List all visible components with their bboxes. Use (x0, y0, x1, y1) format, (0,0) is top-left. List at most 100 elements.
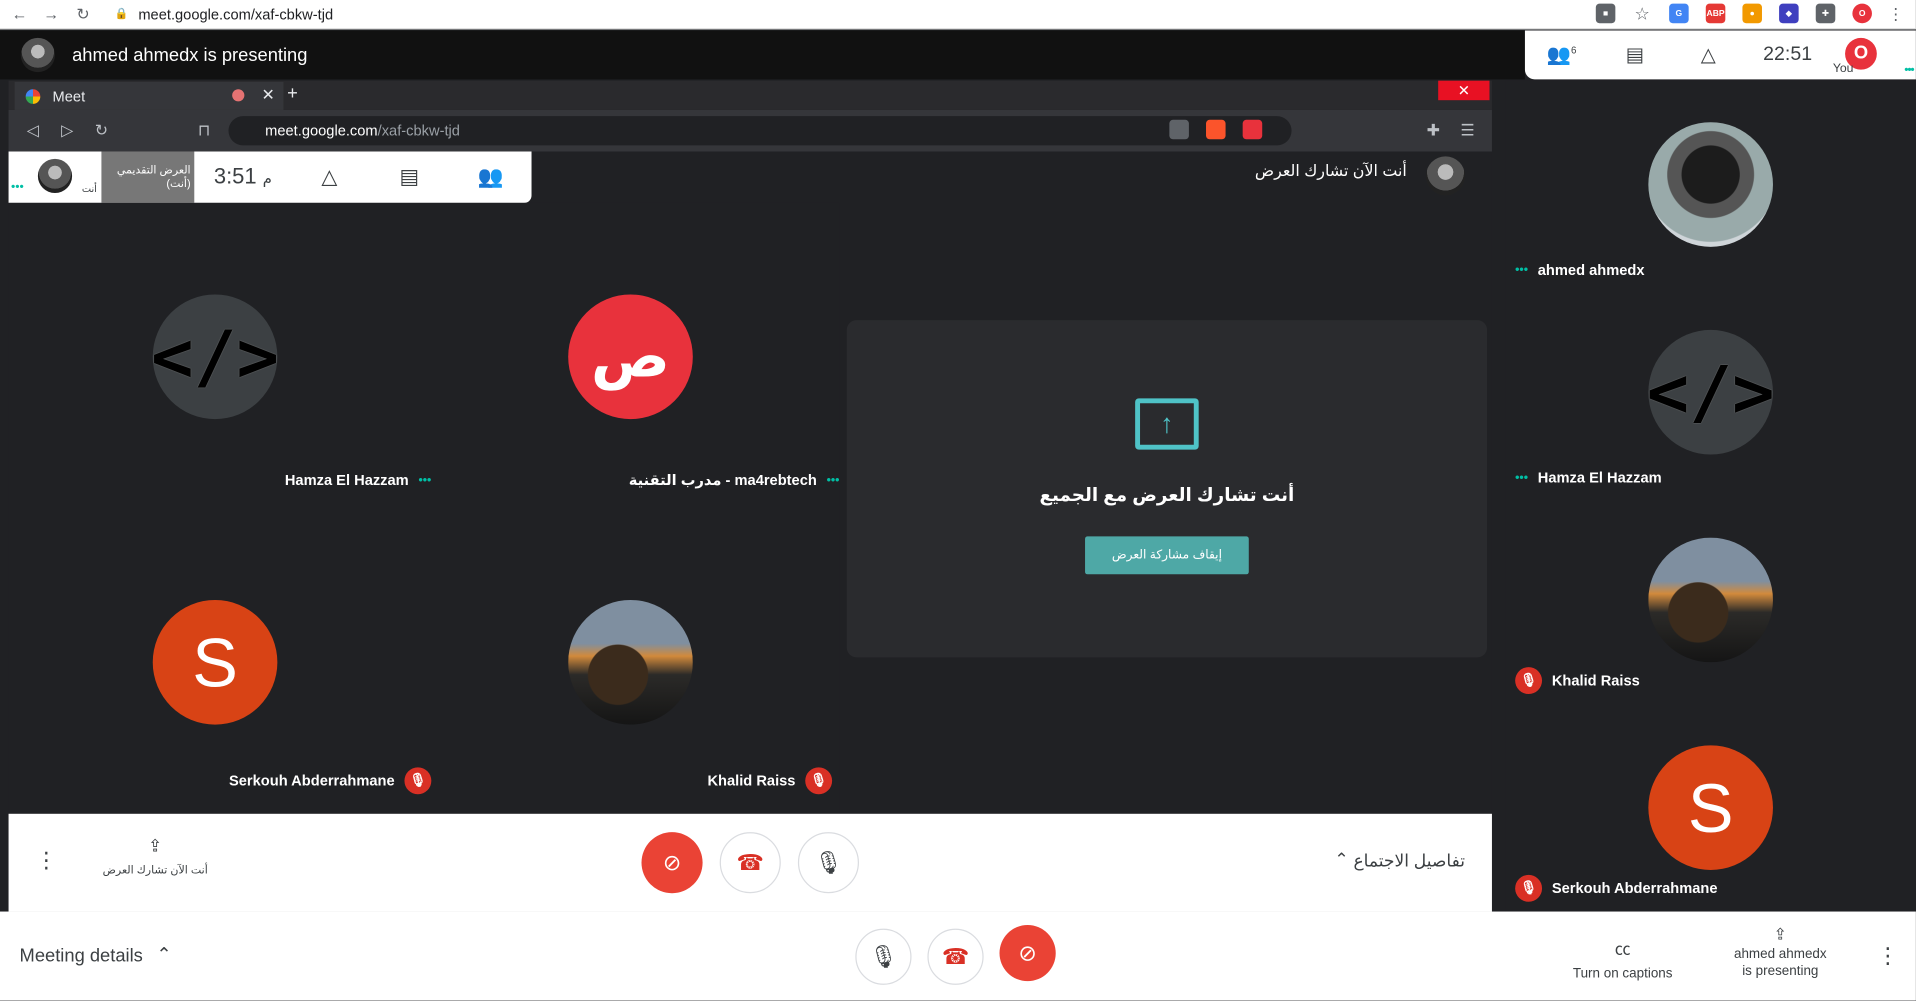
chevron-up-icon[interactable]: ⌃ (156, 943, 171, 966)
sharing-message: أنت تشارك العرض مع الجميع (1039, 485, 1295, 506)
mic-off-icon: 🎙 (1515, 874, 1543, 902)
tile-khalid[interactable]: Khalid Raiss 🎙 (424, 508, 839, 813)
participant-hamza[interactable]: </> ••• Hamza El Hazzam (1505, 288, 1916, 496)
inner-url-domain: meet.google.com (265, 122, 378, 140)
camera-off-button[interactable]: ⊘ (999, 924, 1056, 982)
inner-activities-icon[interactable]: △ (321, 165, 337, 189)
code-symbol: </> (151, 315, 280, 399)
bookmark-icon[interactable]: ⊓ (187, 121, 221, 141)
ma4rebtech-logo: ص (568, 294, 693, 420)
translate-icon[interactable]: G (1669, 3, 1689, 24)
tile-serkouh[interactable]: S Serkouh Abderrahmane 🎙 (9, 508, 432, 813)
speaking-dots-icon: ••• (1515, 263, 1529, 277)
mic-off-icon: 🎙 (805, 767, 833, 795)
inner-forward-icon[interactable]: ▷ (50, 121, 84, 141)
tile-ma4rebtech[interactable]: ص مدرب التقنية - ma4rebtech ••• (424, 203, 839, 508)
ext-icon[interactable]: ◆ (1779, 3, 1799, 24)
close-tab-icon[interactable]: ✕ (261, 86, 274, 106)
inner-camera-off-button[interactable]: ⊘ (641, 832, 703, 894)
meeting-details-button[interactable]: Meeting details (20, 946, 143, 967)
brave-shield-icon[interactable] (1206, 119, 1226, 140)
inner-url-field[interactable]: meet.google.com/xaf-cbkw-tjd (228, 116, 1292, 146)
inner-menu-icon[interactable]: ☰ (1450, 121, 1484, 141)
inner-clock-suffix: م (262, 169, 272, 187)
activities-icon[interactable]: △ (1672, 43, 1745, 67)
inner-back-icon[interactable]: ◁ (16, 121, 50, 141)
inner-address-row: ◁ ▷ ↻ ⊓ meet.google.com/xaf-cbkw-tjd ✚ ☰ (8, 109, 1492, 152)
participant-count: 6 (1571, 44, 1577, 56)
inner-meeting-details[interactable]: تفاصيل الاجتماع (1353, 850, 1465, 871)
speaking-dots-icon: ••• (826, 473, 840, 487)
code-avatar: </> (1647, 329, 1775, 455)
clock: 22:51 (1763, 43, 1813, 65)
star-icon[interactable]: ☆ (1632, 3, 1652, 24)
inner-presenting-button[interactable]: ⇪ أنت الآن تشارك العرض (99, 836, 211, 878)
forward-icon[interactable]: → (39, 5, 63, 23)
tile-name-row: Hamza El Hazzam ••• (285, 472, 431, 489)
camera-off-icon[interactable]: ■ (1595, 3, 1616, 24)
adblock-icon[interactable]: ABP (1705, 3, 1726, 24)
reload-icon[interactable]: ↻ (71, 4, 95, 24)
presenting-line2: is presenting (1742, 964, 1819, 979)
hangup-button[interactable]: ☎ (927, 928, 984, 985)
inner-tab-meet[interactable]: Meet ✕ (14, 81, 284, 110)
browser-menu-icon[interactable]: ⋮ (1888, 5, 1904, 25)
chat-icon[interactable]: ▤ (1598, 43, 1671, 67)
participant-label: ••• Hamza El Hazzam (1515, 469, 1661, 486)
inner-more-icon[interactable]: ⋮ (35, 848, 57, 874)
khalid-photo (1648, 537, 1773, 663)
more-dots-icon[interactable]: ••• (1904, 64, 1914, 77)
presenting-status-button[interactable]: ⇪ ahmed ahmedx is presenting (1725, 926, 1835, 980)
new-tab-icon[interactable]: + (287, 83, 298, 104)
present-icon: ⇪ (1773, 924, 1787, 944)
participant-label: 🎙 Serkouh Abderrahmane (1515, 874, 1717, 902)
captions-label: Turn on captions (1572, 966, 1673, 982)
inner-dots-icon[interactable]: ••• (11, 181, 24, 194)
participant-ahmed[interactable]: ••• ahmed ahmedx (1505, 81, 1916, 289)
brave-rewards-icon[interactable] (1242, 119, 1263, 140)
back-icon[interactable]: ← (7, 5, 31, 23)
captions-button[interactable]: ㏄ Turn on captions (1569, 936, 1677, 982)
address-bar[interactable]: meet.google.com/xaf-cbkw-tjd (138, 5, 333, 22)
inner-chevron-up-icon[interactable]: ⌃ (1334, 849, 1348, 870)
sharing-panel: ↑ أنت تشارك العرض مع الجميع إيقاف مشاركة… (846, 320, 1488, 658)
presenting-line1: ahmed ahmedx (1733, 946, 1827, 962)
participant-name: Khalid Raiss (1551, 672, 1640, 690)
cast-icon[interactable] (1169, 119, 1189, 140)
participant-serkouh[interactable]: S 🎙 Serkouh Abderrahmane (1505, 704, 1916, 912)
stop-presenting-button[interactable]: إيقاف مشاركة العرض (1085, 536, 1249, 575)
presenter-bar: ahmed ahmedx is presenting (0, 30, 1525, 80)
inner-puzzle-icon[interactable]: ✚ (1416, 121, 1450, 141)
participant-khalid[interactable]: 🎙 Khalid Raiss (1505, 496, 1916, 704)
lock-icon[interactable]: 🔒 (115, 7, 129, 20)
shared-screen: Meet ✕ + ✕ ◁ ▷ ↻ ⊓ meet.google.com/xaf-c… (8, 80, 1492, 912)
extension-icons: ■ ☆ G ABP ● ◆ ✚ O (1595, 3, 1872, 24)
more-options-icon[interactable]: ⋮ (1877, 943, 1899, 969)
inner-people-icon[interactable]: 👥 (478, 165, 504, 189)
participant-label: ••• ahmed ahmedx (1515, 261, 1644, 278)
tile-hamza[interactable]: </> Hamza El Hazzam ••• (9, 203, 431, 508)
close-window-icon[interactable]: ✕ (1438, 80, 1490, 101)
inner-hangup-button[interactable]: ☎ (719, 832, 781, 894)
tile-name: Khalid Raiss (707, 772, 796, 790)
participant-sidebar: ••• ahmed ahmedx </> ••• Hamza El Hazzam… (1505, 80, 1916, 912)
meet-logo-icon[interactable]: O (1852, 3, 1872, 24)
inner-reload-icon[interactable]: ↻ (84, 121, 118, 141)
presenting-thumbnail[interactable]: العرض التقديمي (أنت) (101, 151, 195, 203)
inner-you-label: أنت (81, 183, 97, 195)
meet-favicon-icon (25, 88, 41, 104)
participant-grid: </> Hamza El Hazzam ••• ص مدرب التقنية -… (8, 202, 840, 814)
inner-presenting-label: أنت الآن تشارك العرض (102, 863, 208, 877)
inner-mic-button[interactable]: 🎙 (797, 832, 859, 894)
tile-name-row: Khalid Raiss 🎙 (707, 767, 833, 795)
tile-name-row: Serkouh Abderrahmane 🎙 (229, 767, 432, 795)
puzzle-icon[interactable]: ✚ (1815, 3, 1836, 24)
inner-tab-bar: Meet ✕ + ✕ (8, 80, 1492, 110)
ext-icon[interactable]: ● (1742, 3, 1762, 24)
speaking-dots-icon: ••• (1515, 471, 1529, 485)
participant-name: Hamza El Hazzam (1537, 469, 1662, 487)
people-icon[interactable]: 👥6 (1525, 43, 1598, 67)
inner-chat-icon[interactable]: ▤ (400, 165, 420, 189)
present-screen-icon: ↑ (1135, 398, 1199, 450)
mic-button[interactable]: 🎙 (855, 928, 912, 985)
